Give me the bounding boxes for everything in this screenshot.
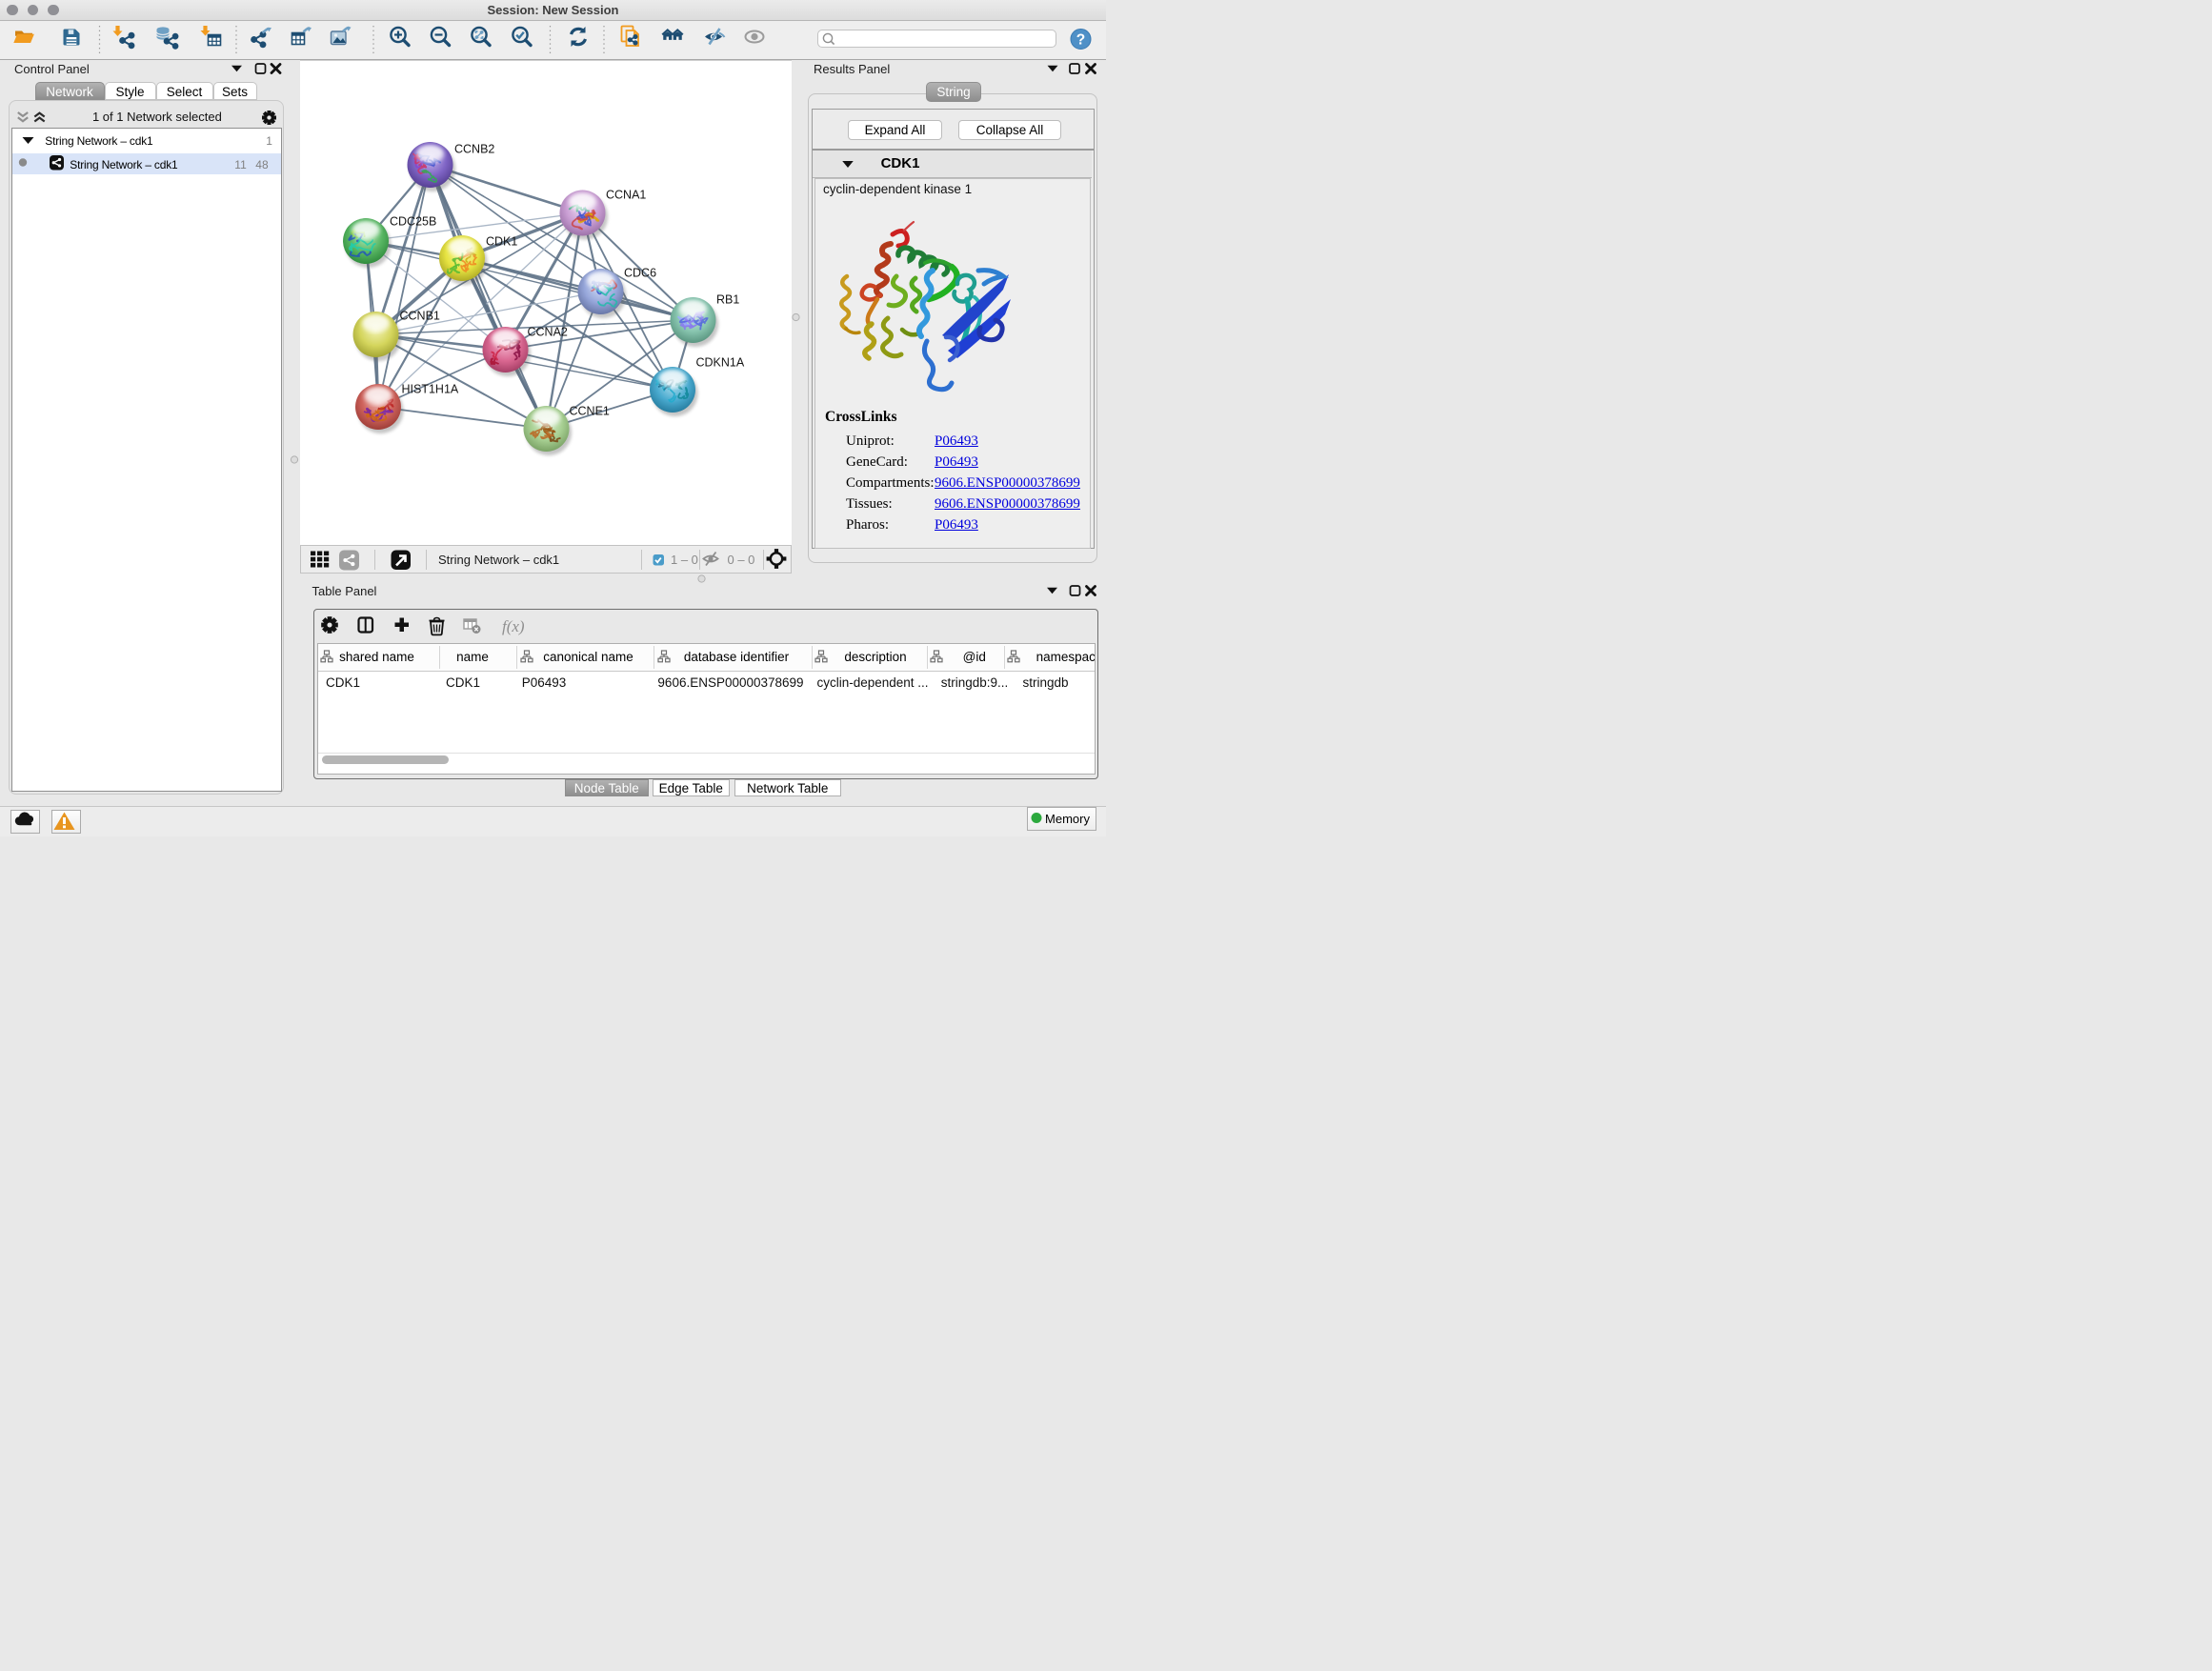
- svg-text:?: ?: [1076, 32, 1085, 49]
- svg-text:CDC25B: CDC25B: [390, 215, 436, 229]
- svg-text:CCNA2: CCNA2: [528, 326, 568, 339]
- svg-text:RB1: RB1: [716, 293, 739, 307]
- svg-text:CDK1: CDK1: [486, 235, 517, 249]
- svg-text:CCNB2: CCNB2: [454, 143, 494, 156]
- svg-text:CDKN1A: CDKN1A: [696, 356, 745, 370]
- svg-text:CCNA1: CCNA1: [606, 189, 646, 202]
- svg-text:CDC6: CDC6: [624, 267, 656, 280]
- svg-text:CCNE1: CCNE1: [570, 405, 610, 418]
- svg-text:CCNB1: CCNB1: [400, 310, 440, 323]
- svg-text:HIST1H1A: HIST1H1A: [402, 383, 459, 396]
